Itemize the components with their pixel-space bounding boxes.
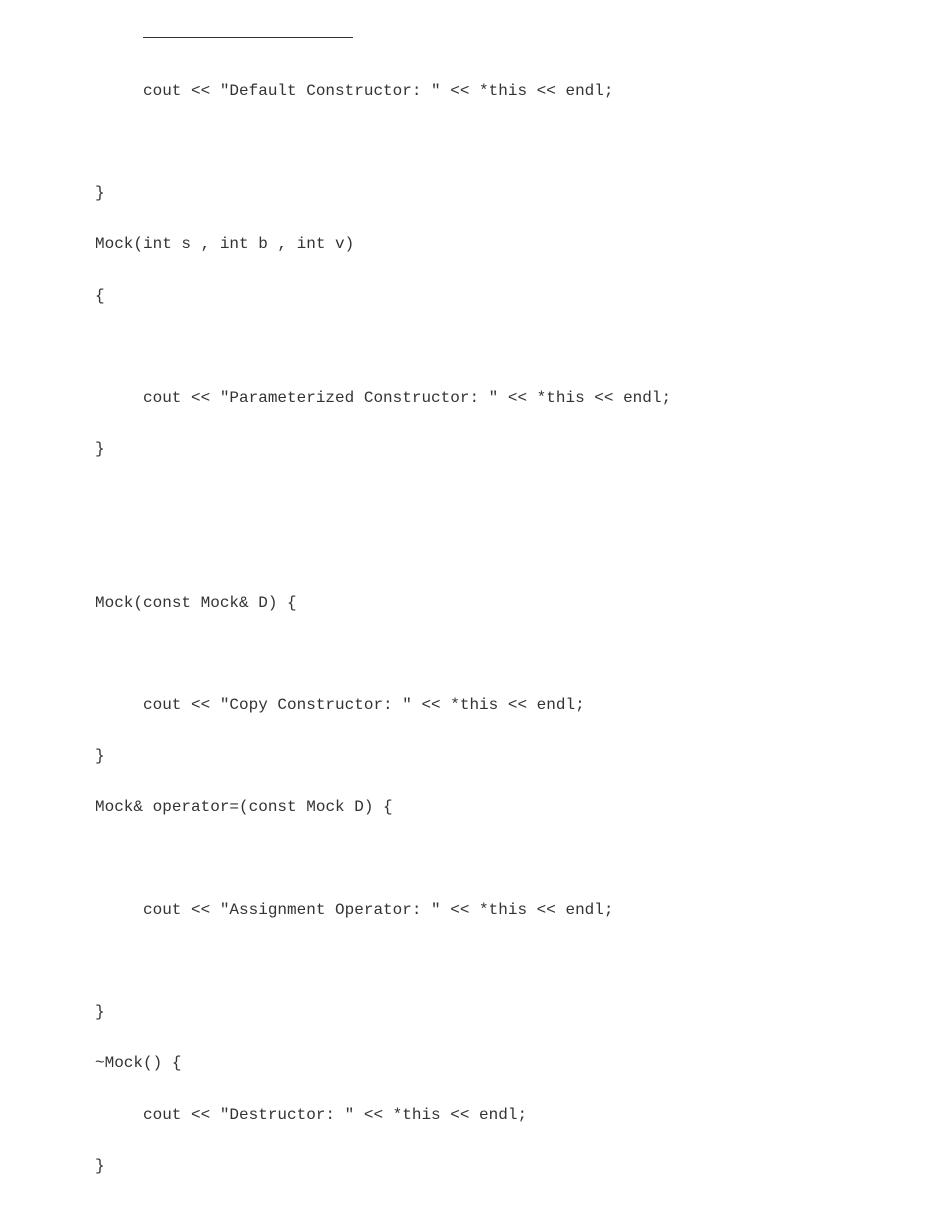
code-line: { [95, 284, 944, 310]
code-line: cout << "Destructor: " << *this << endl; [95, 1103, 944, 1129]
code-line [95, 335, 944, 361]
code-line [95, 130, 944, 156]
code-line: Mock(int s , int b , int v) [95, 232, 944, 258]
code-line: } [95, 744, 944, 770]
code-line [95, 949, 944, 975]
code-line [95, 539, 944, 565]
code-line: } [95, 1000, 944, 1026]
code-line: ~Mock() { [95, 1051, 944, 1077]
code-line: } [95, 181, 944, 207]
code-line [95, 847, 944, 873]
code-line: } [95, 437, 944, 463]
code-line: Mock& operator=(const Mock D) { [95, 795, 944, 821]
code-line: } [95, 1154, 944, 1180]
code-line [95, 642, 944, 668]
code-line [95, 488, 944, 514]
code-line: cout << "Assignment Operator: " << *this… [95, 898, 944, 924]
dash-rule [95, 28, 944, 54]
code-line: cout << "Copy Constructor: " << *this <<… [95, 693, 944, 719]
code-line: Mock(const Mock& D) { [95, 591, 944, 617]
code-block: cout << "Default Constructor: " << *this… [0, 2, 944, 1205]
code-line: cout << "Default Constructor: " << *this… [95, 79, 944, 105]
code-line: cout << "Parameterized Constructor: " <<… [95, 386, 944, 412]
